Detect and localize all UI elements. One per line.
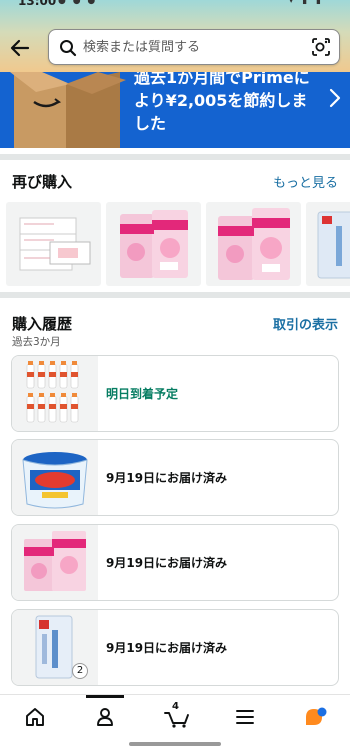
order-card[interactable]: 9月19日にお届け済み — [11, 439, 339, 516]
quantity-badge: 2 — [72, 663, 88, 679]
buy-again-item[interactable] — [6, 202, 101, 286]
home-icon[interactable] — [23, 705, 47, 729]
buy-again-title: 再び購入 — [12, 173, 73, 191]
section-divider — [0, 154, 350, 160]
order-status: 9月19日にお届け済み — [106, 471, 228, 485]
view-transactions-link[interactable]: 取引の表示 — [273, 314, 338, 333]
toilet-paper-icon — [120, 210, 188, 278]
rufus-icon[interactable] — [303, 705, 327, 729]
order-thumbnail — [12, 525, 98, 600]
app-header: 13:00 ● ● ● ▾ ▮ ▮ — [0, 0, 350, 72]
search-bar[interactable] — [48, 29, 340, 65]
cart-count-badge: 4 — [172, 701, 179, 712]
search-icon — [59, 39, 77, 57]
prime-savings-banner[interactable]: 過去1か月間でPrimeにより¥2,005を節約しました — [0, 72, 350, 148]
camera-lens-icon[interactable] — [311, 37, 331, 57]
see-more-link[interactable]: もっと見る — [273, 172, 338, 191]
order-card[interactable]: 2 9月19日にお届け済み — [11, 609, 339, 686]
account-icon[interactable] — [93, 705, 117, 729]
buy-again-item[interactable] — [306, 202, 350, 286]
amazon-box-icon — [8, 72, 126, 148]
status-time: 13:00 — [18, 0, 57, 8]
oxiclean-tub-icon — [22, 452, 88, 509]
search-input[interactable] — [83, 31, 303, 63]
tissue-box-icon — [19, 217, 91, 271]
chevron-right-icon — [328, 88, 342, 108]
prime-savings-text: 過去1か月間でPrimeにより¥2,005を節約しました — [134, 72, 310, 133]
order-thumbnail — [12, 440, 98, 515]
history-period-label: 過去3か月 — [12, 336, 61, 348]
order-status: 9月19日にお届け済み — [106, 556, 228, 570]
buy-again-item[interactable] — [206, 202, 301, 286]
toilet-paper-icon — [218, 208, 290, 280]
back-arrow-icon[interactable] — [8, 36, 32, 60]
section-divider — [0, 292, 350, 298]
menu-icon[interactable] — [233, 705, 257, 729]
active-tab-indicator — [86, 695, 124, 698]
rice-bag-icon — [317, 211, 350, 279]
status-icons-right: ▾ ▮ ▮ — [288, 0, 324, 6]
order-status: 明日到着予定 — [106, 387, 179, 401]
order-thumbnail — [12, 356, 98, 431]
order-card[interactable]: 明日到着予定 — [11, 355, 339, 432]
buy-again-item[interactable] — [106, 202, 201, 286]
drink-bottles-icon — [26, 361, 79, 423]
purchase-history-title: 購入履歴 — [12, 315, 73, 333]
status-icons-left: ● ● ● — [58, 0, 98, 6]
order-card[interactable]: 9月19日にお届け済み — [11, 524, 339, 601]
scottie-toilet-paper-icon — [24, 531, 86, 591]
gesture-home-bar — [129, 742, 221, 746]
order-status: 9月19日にお届け済み — [106, 641, 228, 655]
buy-again-carousel[interactable] — [6, 202, 350, 286]
